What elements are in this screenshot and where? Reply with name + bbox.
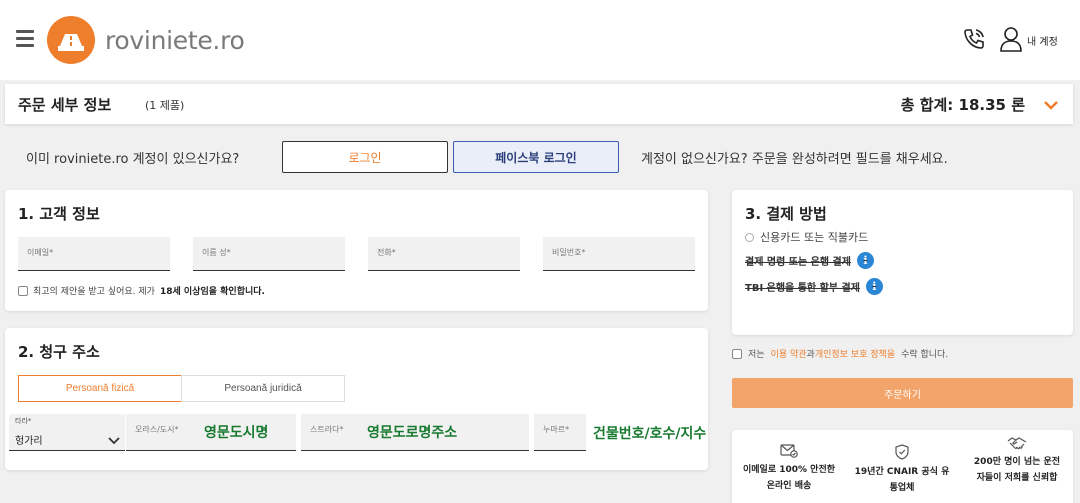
order-summary-bar[interactable]: 주문 세부 정보 (1 제품) 총 합계: 18.35 론 xyxy=(5,84,1073,124)
street-value: 영문도로명주소 xyxy=(367,425,458,441)
consent-row: 최고의 제안을 받고 싶어요. 제가 18세 이상임을 확인합니다. xyxy=(18,284,265,297)
site-header: roviniete.ro 내 계정 xyxy=(0,0,1080,80)
trust-official-line1: 19년간 CNAIR 공식 유 xyxy=(854,467,950,477)
country-value: 헝가리 xyxy=(15,436,43,447)
number-placeholder: 누마르* xyxy=(543,425,570,434)
street-placeholder: 스트라다* xyxy=(310,425,344,434)
info-icon[interactable]: i xyxy=(865,278,883,295)
card-option-label: 신용카드 또는 직불카드 xyxy=(760,231,869,244)
account-link[interactable]: 내 계정 xyxy=(1027,33,1058,48)
login-question: 이미 roviniete.ro 계정이 있으신가요? xyxy=(26,152,240,167)
name-field[interactable]: 이름 성* xyxy=(193,237,345,271)
tbi-option-label: TBI 은행을 통한 할부 결제 xyxy=(745,283,860,294)
password-field[interactable]: 비밀번호* xyxy=(543,237,695,271)
password-placeholder: 비밀번호* xyxy=(552,248,586,257)
handshake-icon xyxy=(1007,437,1027,450)
phone-field[interactable]: 전화* xyxy=(368,237,520,271)
trust-item-official: 19년간 CNAIR 공식 유 통업체 xyxy=(847,430,957,496)
menu-icon[interactable] xyxy=(16,30,34,47)
customer-info-title: 1. 고객 정보 xyxy=(18,205,100,223)
facebook-login-button[interactable]: 페이스북 로그인 xyxy=(453,141,619,173)
trust-email-line1: 이메일로 100% 안전한 xyxy=(742,465,836,475)
consent-text: 최고의 제안을 받고 싶어요. 제가 xyxy=(33,287,155,297)
email-field[interactable]: 이메일* xyxy=(18,237,170,271)
consent-age: 18세 이상임을 확인합니다. xyxy=(159,287,265,297)
chevron-down-icon[interactable] xyxy=(1043,96,1059,115)
payment-title: 3. 결제 방법 xyxy=(745,205,827,223)
user-icon[interactable] xyxy=(999,26,1023,56)
country-label: 타라* xyxy=(15,417,32,425)
logo-text[interactable]: roviniete.ro xyxy=(105,26,245,55)
login-button[interactable]: 로그인 xyxy=(282,141,448,173)
payment-option-transfer[interactable]: 결제 명령 또는 은행 결제 i xyxy=(745,252,874,269)
order-total: 총 합계: 18.35 론 xyxy=(900,96,1025,114)
trust-email-line2: 온라인 배송 xyxy=(766,481,812,491)
payment-option-tbi[interactable]: TBI 은행을 통한 할부 결제 i xyxy=(745,278,883,295)
trust-badges-card: 이메일로 100% 안전한 온라인 배송 19년간 CNAIR 공식 유 통업체… xyxy=(732,430,1073,503)
email-placeholder: 이메일* xyxy=(27,248,54,257)
trust-drivers-line1: 200만 명이 넘는 운전 xyxy=(973,457,1061,467)
billing-title: 2. 청구 주소 xyxy=(18,343,100,361)
transfer-option-label: 결제 명령 또는 은행 결제 xyxy=(745,257,851,268)
place-order-button[interactable]: 주문하기 xyxy=(732,378,1073,408)
terms-link[interactable]: 이용 약관 xyxy=(771,347,807,360)
name-placeholder: 이름 성* xyxy=(202,248,231,257)
order-title: 주문 세부 정보 xyxy=(18,96,112,114)
city-value: 영문도시명 xyxy=(204,425,269,441)
terms-row: 저는 이용 약관 과 개인정보 보호 정책을 수락 합니다. xyxy=(732,347,948,360)
trust-official-line2: 통업체 xyxy=(889,483,915,493)
tab-person[interactable]: Persoană fizică xyxy=(18,375,182,402)
phone-icon[interactable] xyxy=(962,27,986,55)
logo-icon[interactable] xyxy=(47,16,95,64)
phone-placeholder: 전화* xyxy=(377,248,396,257)
info-icon[interactable]: i xyxy=(856,252,874,269)
trust-item-email: 이메일로 100% 안전한 온라인 배송 xyxy=(734,430,844,494)
payment-option-card[interactable]: 신용카드 또는 직불카드 xyxy=(745,229,868,245)
card-radio[interactable] xyxy=(745,232,754,242)
chevron-down-icon xyxy=(108,430,120,449)
number-field[interactable]: 누마르* xyxy=(534,414,586,451)
terms-conj: 과 xyxy=(806,350,815,360)
shield-check-icon xyxy=(895,444,909,460)
register-hint: 계정이 없으신가요? 주문을 완성하려면 필드를 채우세요. xyxy=(641,152,948,167)
order-count: (1 제품) xyxy=(145,99,185,112)
envelope-check-icon xyxy=(780,444,798,458)
trust-drivers-line2: 자들이 저희를 신뢰합 xyxy=(976,473,1058,483)
city-placeholder: 오라스/도시* xyxy=(135,425,179,434)
terms-suffix: 수락 합니다. xyxy=(901,350,949,360)
terms-checkbox[interactable] xyxy=(732,348,742,359)
payment-method-card: 3. 결제 방법 신용카드 또는 직불카드 결제 명령 또는 은행 결제 i T… xyxy=(732,190,1073,335)
consent-checkbox[interactable] xyxy=(18,285,28,296)
terms-prefix: 저는 xyxy=(748,350,765,360)
billing-address-card: 2. 청구 주소 Persoană fizică Persoană juridi… xyxy=(5,328,708,470)
customer-info-card: 1. 고객 정보 이메일* 이름 성* 전화* 비밀번호* 최고의 제안을 받고… xyxy=(5,190,708,311)
number-value: 건물번호/호수/지수 xyxy=(593,426,707,442)
privacy-link[interactable]: 개인정보 보호 정책을 xyxy=(815,347,895,360)
street-field[interactable]: 스트라다* 영문도로명주소 xyxy=(301,414,529,451)
city-field[interactable]: 오라스/도시* 영문도시명 xyxy=(126,414,296,451)
trust-item-drivers: 200만 명이 넘는 운전 자들이 저희를 신뢰합 xyxy=(962,430,1072,486)
tab-company[interactable]: Persoană juridică xyxy=(181,375,345,402)
country-select[interactable]: 타라* 헝가리 xyxy=(9,414,125,451)
